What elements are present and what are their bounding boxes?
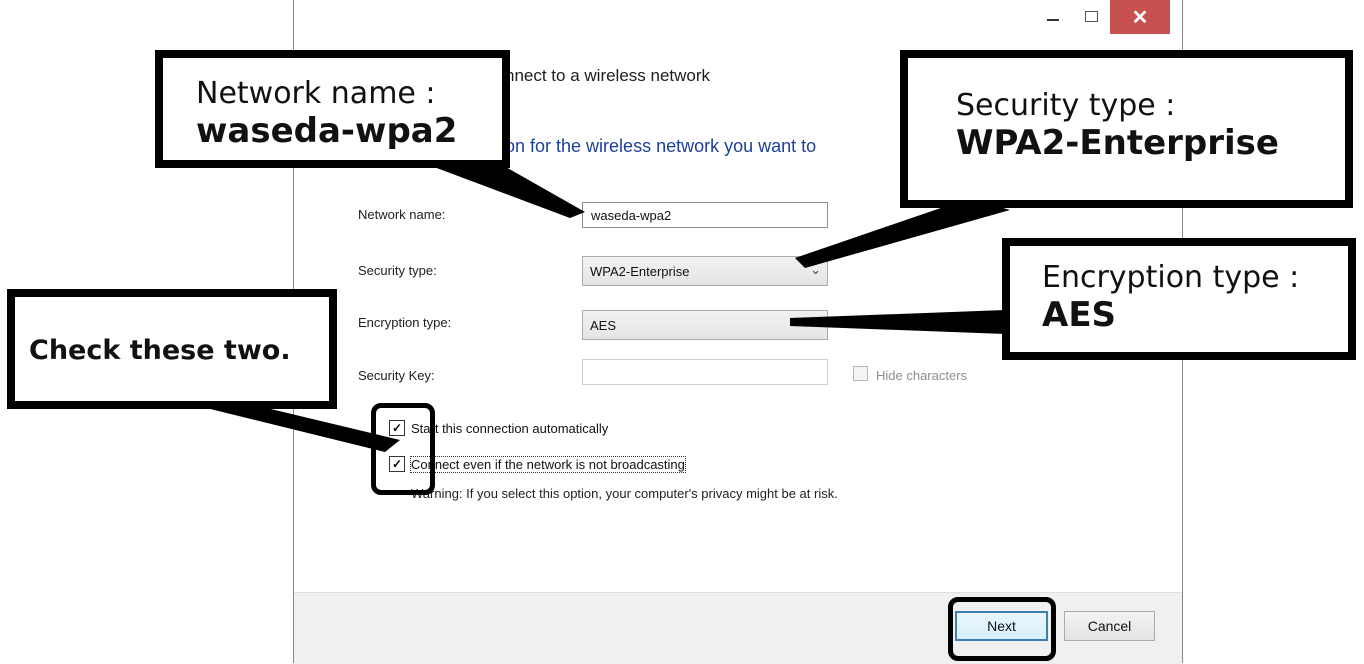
security-type-callout: Security type : WPA2-Enterprise — [900, 50, 1353, 208]
encryption-type-callout: Encryption type : AES — [1002, 238, 1356, 360]
encryption-callout-line2: AES — [1042, 295, 1117, 335]
network-name-callout: Network name : waseda-wpa2 — [155, 50, 510, 168]
checkbox-highlight — [371, 403, 435, 495]
security-callout-line2: WPA2-Enterprise — [956, 123, 1279, 163]
security-callout-tail — [795, 198, 1010, 268]
network-callout-line2: waseda-wpa2 — [196, 111, 458, 151]
next-button-highlight — [948, 597, 1056, 661]
check-these-callout: Check these two. — [7, 289, 337, 409]
network-callout-line1: Network name : — [196, 76, 436, 111]
encryption-callout-line1: Encryption type : — [1042, 260, 1300, 295]
encryption-callout-tail — [790, 310, 1005, 334]
check-callout-tail — [190, 404, 400, 452]
security-callout-line1: Security type : — [956, 88, 1176, 123]
check-callout-text: Check these two. — [29, 335, 291, 366]
